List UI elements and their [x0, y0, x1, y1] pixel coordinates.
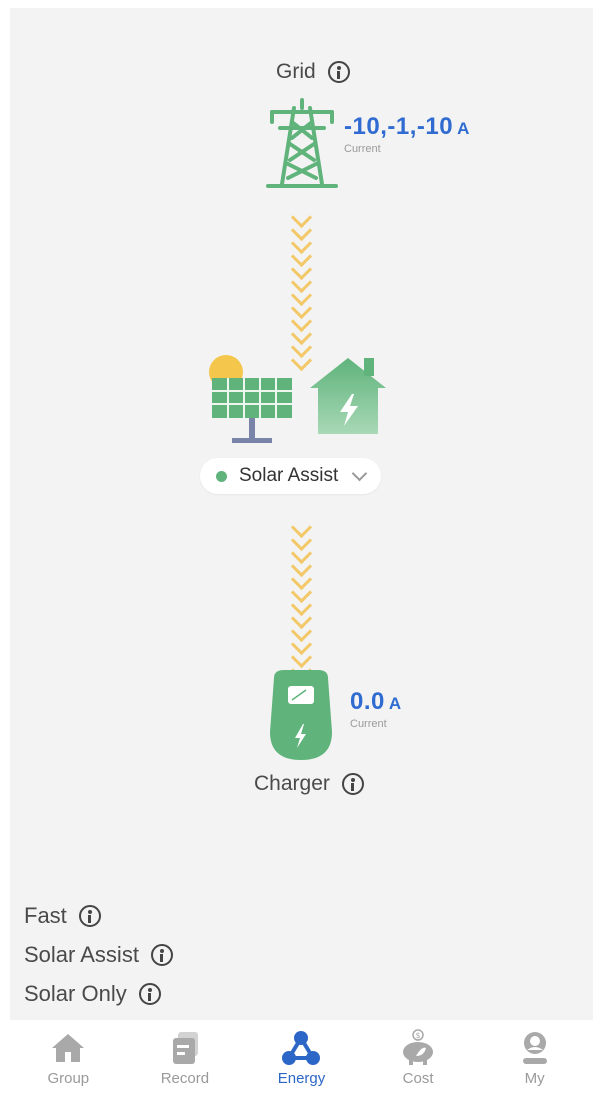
chevron-down-icon: [351, 465, 368, 481]
mode-selected-label: Solar Assist: [239, 465, 339, 486]
mode-legend-list: Fast Solar Assist Solar Only: [24, 903, 173, 1020]
solar-panel-icon: [204, 354, 300, 455]
charger-label: Charger: [254, 772, 330, 795]
grid-current-readout: -10,-1,-10 A Current: [344, 113, 470, 155]
record-icon: [172, 1032, 198, 1064]
mode-fast-info-icon[interactable]: [78, 905, 101, 927]
svg-text:$: $: [416, 1031, 421, 1040]
grid-current-value: -10,-1,-10 A: [344, 113, 470, 140]
mode-status-dot: [216, 470, 227, 482]
tab-group[interactable]: Group: [10, 1020, 127, 1095]
tab-label: Energy: [277, 1070, 326, 1087]
tab-label: Group: [47, 1070, 90, 1087]
home-icon: [52, 1034, 85, 1062]
mode-item-label: Solar Assist: [24, 942, 139, 967]
mode-item-label: Solar Only: [24, 981, 127, 1006]
mode-item-label: Fast: [24, 903, 67, 928]
house-icon: [308, 354, 388, 443]
mode-item-fast: Fast: [24, 903, 173, 929]
tab-label: Record: [160, 1070, 210, 1087]
charger-current-readout: 0.0 A Current: [350, 688, 402, 730]
charger-current-value: 0.0 A: [350, 688, 402, 715]
grid-label: Grid: [276, 60, 316, 83]
energy-screen: Grid -10,-1,-10 A Current Solar Assist 0…: [10, 8, 593, 1095]
mode-solar-assist-info-icon[interactable]: [150, 944, 173, 966]
mode-item-solar-only: Solar Only: [24, 981, 173, 1007]
flow-arrows-bottom: [290, 516, 313, 682]
energy-icon: [282, 1031, 321, 1065]
tab-cost[interactable]: $ Cost: [360, 1020, 477, 1095]
piggy-bank-icon: $: [403, 1029, 434, 1065]
grid-info-icon[interactable]: [327, 61, 350, 83]
grid-header: Grid: [276, 60, 350, 84]
tab-my[interactable]: My: [476, 1020, 593, 1095]
bottom-tab-bar: Group Record Energy $ Cost My: [10, 1020, 593, 1095]
mode-selector[interactable]: Solar Assist: [200, 458, 382, 494]
user-icon: [522, 1032, 547, 1064]
charger-info-icon[interactable]: [341, 773, 364, 795]
tab-label: Cost: [402, 1070, 434, 1087]
grid-current-caption: Current: [344, 143, 381, 155]
flow-arrows-top: [290, 206, 313, 372]
tab-energy[interactable]: Energy: [243, 1020, 360, 1095]
ev-charger-icon: [266, 668, 336, 767]
power-tower-icon: [266, 98, 338, 195]
charger-current-caption: Current: [350, 718, 387, 730]
tab-record[interactable]: Record: [127, 1020, 244, 1095]
mode-solar-only-info-icon[interactable]: [138, 983, 161, 1005]
mode-item-solar-assist: Solar Assist: [24, 942, 173, 968]
charger-header: Charger: [254, 772, 364, 796]
tab-label: My: [524, 1070, 545, 1087]
